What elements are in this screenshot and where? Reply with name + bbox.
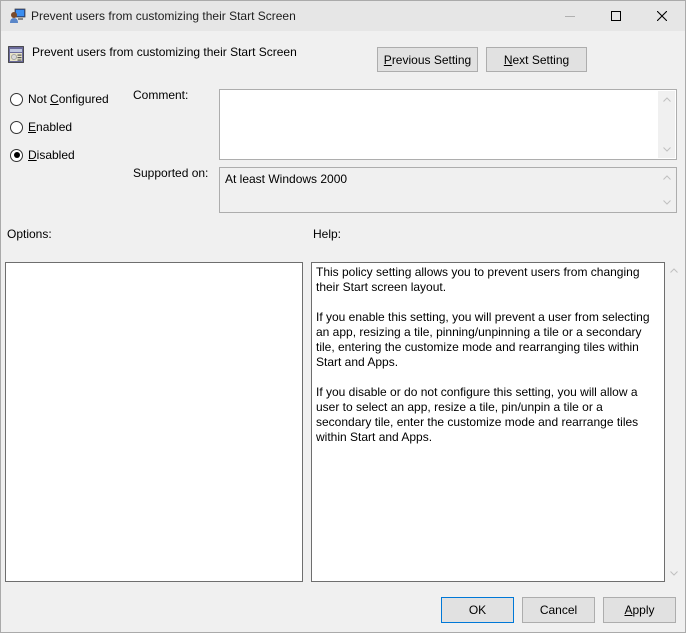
chevron-up-icon [669,268,678,273]
minimize-button[interactable] [547,1,593,31]
help-paragraph: If you enable this setting, you will pre… [316,310,650,369]
scroll-down-button[interactable] [658,194,675,211]
window-title: Prevent users from customizing their Sta… [31,9,296,23]
comment-textarea[interactable] [219,89,677,160]
radio-not-configured[interactable]: Not Configured [10,92,109,106]
help-scrollbar[interactable] [665,262,682,582]
scroll-down-button[interactable] [658,141,675,158]
previous-accel-key: P [383,52,392,67]
next-label-post: ext Setting [512,52,570,67]
close-button[interactable] [639,1,685,31]
scroll-down-button[interactable] [665,565,682,582]
minimize-icon [565,16,575,17]
radio-circle-selected[interactable] [10,148,23,162]
supported-on-scrollbar[interactable] [658,169,675,211]
comment-label: Comment: [133,88,189,102]
help-paragraph: If you disable or do not configure this … [316,385,639,444]
comment-scrollbar[interactable] [658,91,675,158]
chevron-down-icon [662,200,671,205]
help-text: This policy setting allows you to preven… [316,265,661,460]
help-panel: This policy setting allows you to preven… [311,262,665,582]
radio-label: Disabled [28,148,75,162]
chevron-down-icon [669,571,678,576]
help-paragraph: This policy setting allows you to preven… [316,265,640,294]
next-accel-key: N [503,52,513,67]
radio-enabled[interactable]: Enabled [10,120,72,134]
supported-on-field: At least Windows 2000 [219,167,677,213]
close-icon [657,11,667,21]
chevron-up-icon [662,97,671,102]
radio-label: Not Configured [28,92,109,106]
maximize-icon [611,11,621,21]
radio-circle[interactable] [10,92,23,106]
chevron-down-icon [662,147,671,152]
scroll-up-button[interactable] [665,262,682,279]
chevron-up-icon [662,175,671,180]
title-bar[interactable]: Prevent users from customizing their Sta… [1,1,685,31]
group-policy-icon [10,8,26,23]
previous-setting-button[interactable]: Previous Setting [377,47,478,72]
cancel-button[interactable]: Cancel [522,597,595,623]
policy-setting-icon [8,46,24,63]
setting-title: Prevent users from customizing their Sta… [32,45,297,59]
options-label: Options: [7,227,52,241]
supported-on-label: Supported on: [133,166,209,180]
apply-button[interactable]: Apply [603,597,676,623]
policy-dialog: Prevent users from customizing their Sta… [0,0,686,633]
apply-label-post: pply [632,603,655,617]
radio-circle[interactable] [10,120,23,134]
maximize-button[interactable] [593,1,639,31]
scroll-up-button[interactable] [658,91,675,108]
ok-button[interactable]: OK [441,597,514,623]
help-label: Help: [313,227,342,241]
previous-label-post: revious Setting [391,52,472,67]
radio-disabled[interactable]: Disabled [10,148,75,162]
radio-label: Enabled [28,120,73,134]
apply-accel-key: A [624,603,633,617]
options-panel [5,262,303,582]
scroll-up-button[interactable] [658,169,675,186]
next-setting-button[interactable]: Next Setting [486,47,587,72]
supported-on-value: At least Windows 2000 [225,172,348,186]
